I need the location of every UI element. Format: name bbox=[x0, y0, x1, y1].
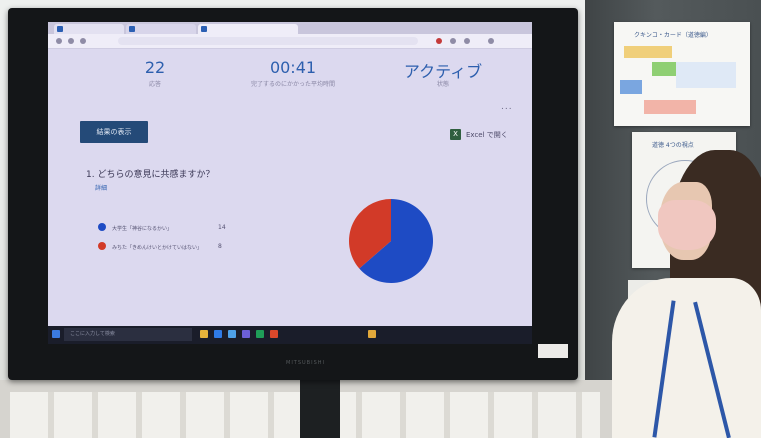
poster-card bbox=[624, 46, 672, 58]
face-mask bbox=[658, 200, 716, 250]
legend-label-option-2: みちた「きめんけいとかけていはない」 bbox=[112, 245, 203, 251]
wall-poster-title: 道徳 4つの視点 bbox=[652, 142, 694, 149]
tv-screen: 22 応答 00:41 完了するのにかかった平均時間 アクティブ 状態 ... … bbox=[48, 22, 532, 344]
weather-icon bbox=[368, 330, 376, 338]
tab-favicon-icon bbox=[57, 26, 63, 32]
tab-favicon-icon bbox=[129, 26, 135, 32]
details-link[interactable]: 詳細 bbox=[95, 183, 107, 192]
browser-tab[interactable] bbox=[54, 24, 124, 34]
excel-icon[interactable]: X bbox=[450, 129, 461, 140]
edge-icon[interactable] bbox=[214, 330, 222, 338]
browser-tab-active[interactable] bbox=[198, 24, 298, 34]
television: MITSUBISHI 22 応答 00:41 完了するのにかかった平均時間 アク… bbox=[8, 8, 578, 380]
teams-icon[interactable] bbox=[242, 330, 250, 338]
tab-favicon-icon bbox=[201, 26, 207, 32]
browser-tab[interactable] bbox=[126, 24, 196, 34]
avg-time-value: 00:41 bbox=[269, 58, 317, 77]
view-results-button[interactable]: 結果の表示 bbox=[80, 121, 148, 143]
wall-poster-title: クキンコ・カード（道徳編） bbox=[634, 32, 712, 39]
more-options-icon[interactable]: ... bbox=[501, 102, 513, 112]
powerpoint-icon[interactable] bbox=[270, 330, 278, 338]
legend-label-option-1: 大学生「神谷になるかい」 bbox=[112, 226, 173, 232]
legend-dot-option-1 bbox=[98, 223, 106, 231]
url-field[interactable] bbox=[118, 37, 418, 45]
poster-card bbox=[620, 80, 642, 94]
excel-taskbar-icon[interactable] bbox=[256, 330, 264, 338]
responses-label: 応答 bbox=[148, 81, 161, 88]
back-icon[interactable] bbox=[56, 38, 62, 44]
person-blouse bbox=[612, 278, 761, 438]
results-pie-chart bbox=[349, 199, 433, 283]
avg-time-label: 完了するのにかかった平均時間 bbox=[250, 81, 335, 88]
legend-count-option-2: 8 bbox=[218, 243, 222, 250]
refresh-icon[interactable] bbox=[80, 38, 86, 44]
forward-icon[interactable] bbox=[68, 38, 74, 44]
poster-card bbox=[676, 62, 736, 88]
poster-card bbox=[644, 100, 696, 114]
profile-icon[interactable] bbox=[488, 38, 494, 44]
taskbar-search-placeholder: ここに入力して検索 bbox=[70, 331, 115, 337]
mail-icon[interactable] bbox=[228, 330, 236, 338]
start-icon[interactable] bbox=[52, 330, 60, 338]
tv-brand-logo: MITSUBISHI bbox=[286, 360, 325, 366]
extension-icon[interactable] bbox=[464, 38, 470, 44]
open-in-excel-link[interactable]: Excel で開く bbox=[466, 130, 508, 140]
extension-icon[interactable] bbox=[450, 38, 456, 44]
responses-count: 22 bbox=[144, 58, 166, 77]
tv-stand bbox=[300, 380, 340, 438]
question-title: 1. どちらの意見に共感ますか？ bbox=[86, 170, 215, 180]
file-explorer-icon[interactable] bbox=[200, 330, 208, 338]
status-label: 状態 bbox=[436, 81, 449, 88]
poster-card bbox=[652, 62, 676, 76]
legend-count-option-1: 14 bbox=[218, 224, 226, 231]
extension-icon[interactable] bbox=[436, 38, 442, 44]
legend-dot-option-2 bbox=[98, 242, 106, 250]
tv-sticker bbox=[538, 344, 568, 358]
